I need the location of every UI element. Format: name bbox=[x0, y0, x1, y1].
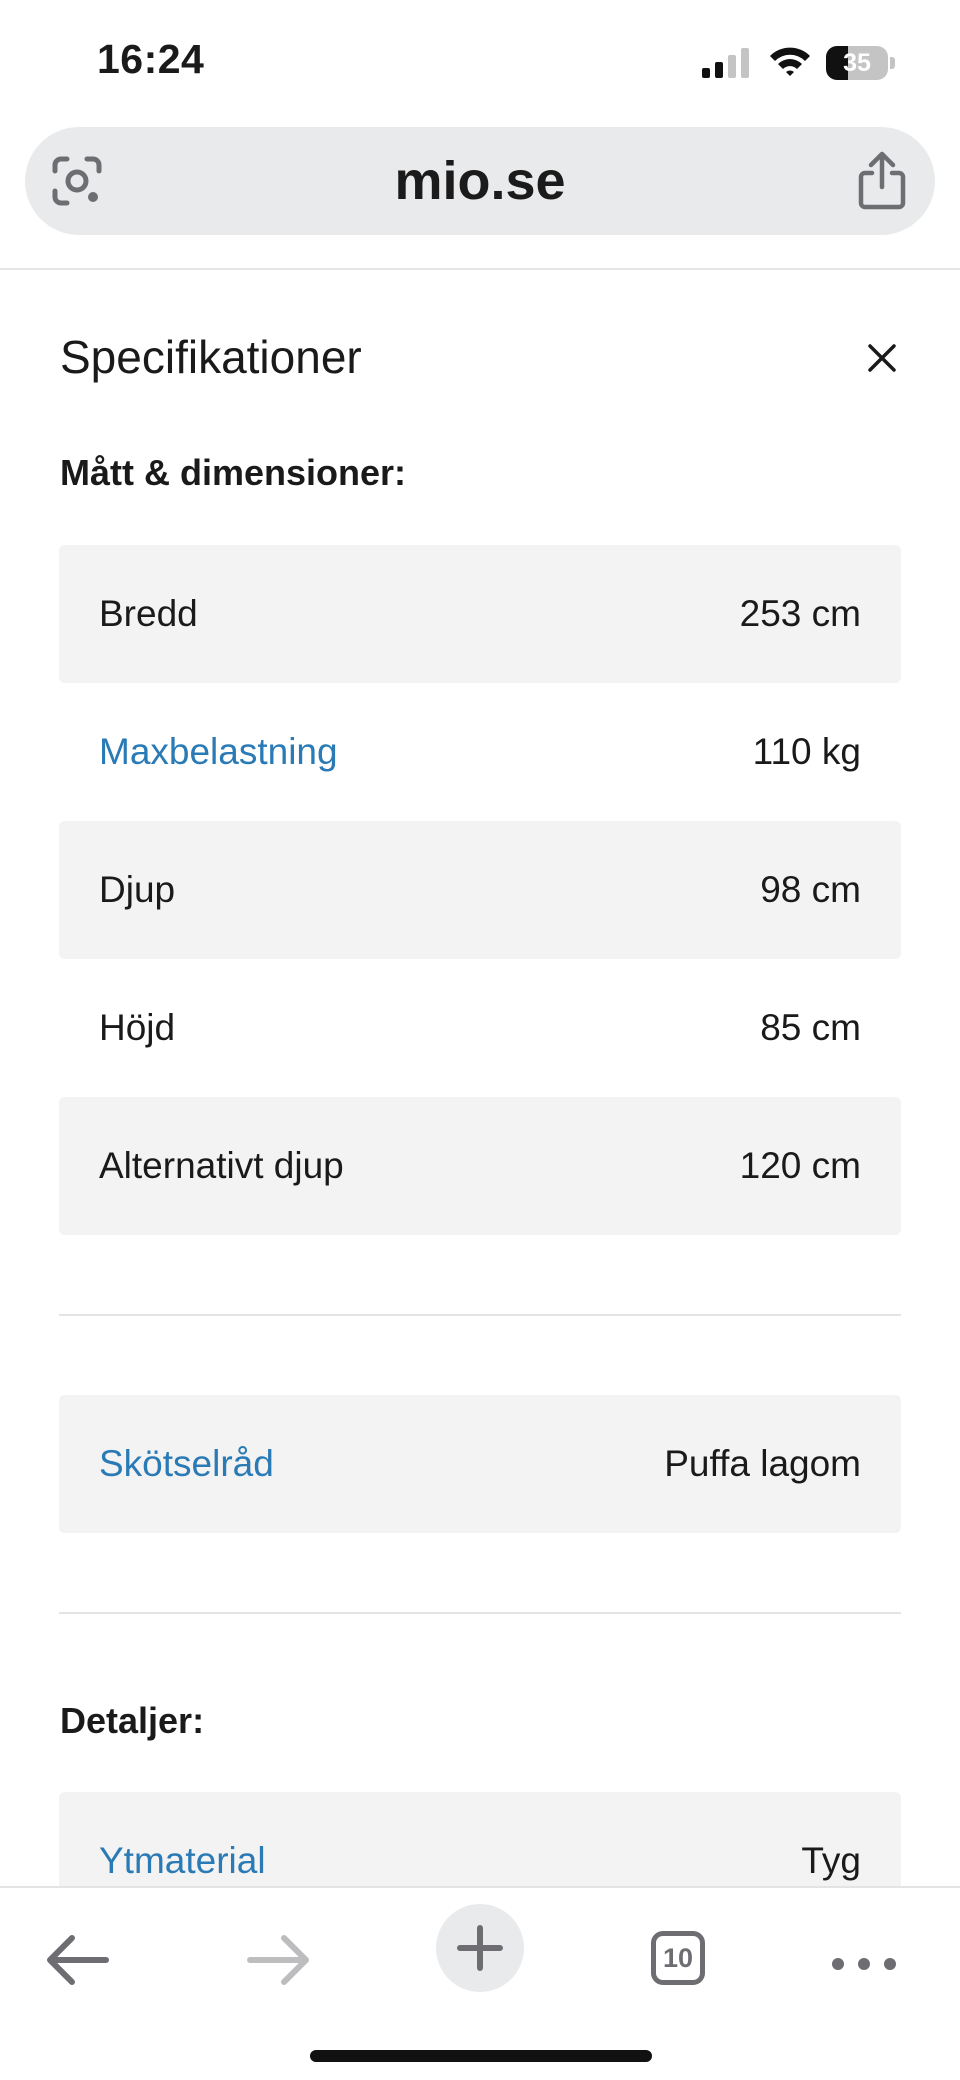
spec-row-maxbelastning: Maxbelastning 110 kg bbox=[59, 683, 901, 821]
address-bar[interactable]: mio.se bbox=[25, 127, 935, 235]
wifi-icon bbox=[770, 47, 810, 76]
battery-level: 35 bbox=[843, 49, 871, 77]
spec-label: Djup bbox=[99, 869, 176, 910]
battery-icon: 35 bbox=[826, 46, 896, 80]
forward-arrow-icon[interactable] bbox=[228, 1910, 328, 2010]
lens-icon[interactable] bbox=[49, 153, 105, 209]
details-heading: Detaljer: bbox=[60, 1700, 205, 1741]
new-tab-button[interactable] bbox=[436, 1904, 524, 1992]
spec-row-djup: Djup 98 cm bbox=[59, 821, 901, 959]
spec-value: 120 cm bbox=[739, 1145, 861, 1186]
tabs-icon: 10 bbox=[651, 1931, 705, 1985]
spec-value: 98 cm bbox=[760, 869, 861, 910]
battery-cap bbox=[890, 57, 895, 69]
spec-row-alternativt-djup: Alternativt djup 120 cm bbox=[59, 1097, 901, 1235]
spec-label: Bredd bbox=[99, 593, 198, 634]
spec-value: 253 cm bbox=[739, 593, 861, 634]
spec-value: 85 cm bbox=[760, 1007, 861, 1048]
spec-label-link[interactable]: Maxbelastning bbox=[99, 683, 338, 821]
status-bar: 16:24 35 bbox=[0, 0, 960, 120]
section-divider bbox=[59, 1612, 901, 1614]
status-time: 16:24 bbox=[97, 36, 205, 82]
cellular-signal-icon bbox=[702, 48, 749, 78]
back-arrow-icon[interactable] bbox=[28, 1910, 128, 2010]
plus-icon bbox=[457, 1925, 503, 1971]
spec-row-bredd: Bredd 253 cm bbox=[59, 545, 901, 683]
home-indicator[interactable] bbox=[310, 2050, 652, 2062]
spec-value: 110 kg bbox=[752, 731, 861, 772]
tabs-button[interactable]: 10 bbox=[630, 1910, 730, 2010]
spec-label: Alternativt djup bbox=[99, 1145, 344, 1186]
spec-value: Puffa lagom bbox=[664, 1443, 861, 1484]
spec-label: Höjd bbox=[99, 1007, 176, 1048]
more-icon[interactable] bbox=[814, 1910, 914, 2010]
close-icon[interactable] bbox=[860, 336, 904, 380]
battery-body: 35 bbox=[826, 46, 888, 80]
url-text[interactable]: mio.se bbox=[25, 127, 935, 235]
spec-label-link[interactable]: Skötselråd bbox=[99, 1395, 274, 1533]
dimensions-heading: Mått & dimensioner: bbox=[60, 452, 407, 493]
section-divider bbox=[59, 1314, 901, 1316]
share-icon[interactable] bbox=[855, 151, 909, 211]
address-bar-divider bbox=[0, 268, 960, 270]
panel-title: Specifikationer bbox=[60, 331, 362, 383]
spec-row-skotselrad: Skötselråd Puffa lagom bbox=[59, 1395, 901, 1533]
spec-row-hojd: Höjd 85 cm bbox=[59, 959, 901, 1097]
